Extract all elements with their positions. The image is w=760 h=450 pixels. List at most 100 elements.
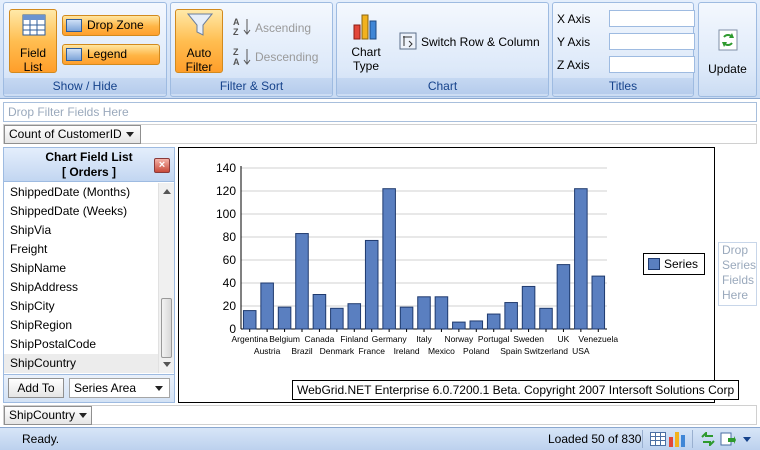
arrow-down-icon xyxy=(243,49,251,65)
y-axis-input[interactable] xyxy=(609,33,695,50)
chevron-down-icon xyxy=(79,413,88,419)
group-label-filter-sort: Filter & Sort xyxy=(171,78,332,94)
scroll-up-icon[interactable] xyxy=(163,189,171,194)
bar-chart: 020406080100120140ArgentinaAustriaBelgiu… xyxy=(216,161,618,356)
scrollbar-thumb[interactable] xyxy=(161,298,172,358)
field-list-item[interactable]: ShipRegion xyxy=(4,316,158,335)
switch-row-column-button[interactable]: Switch Row & Column xyxy=(421,35,540,49)
chart-bar xyxy=(417,296,431,330)
field-list-header: Chart Field List [ Orders ] × xyxy=(4,148,174,182)
y-tick-label: 80 xyxy=(223,230,237,244)
drop-zone-button[interactable]: Drop Zone xyxy=(62,15,160,36)
field-list-scrollbar[interactable] xyxy=(158,183,174,373)
ascending-button[interactable]: Ascending xyxy=(255,21,311,35)
chart-field-list-panel: Chart Field List [ Orders ] × ShippedDat… xyxy=(3,147,175,403)
x-tick-label: Austria xyxy=(254,346,281,356)
export-icon[interactable] xyxy=(720,432,736,446)
x-axis-label: X Axis xyxy=(557,12,591,26)
funnel-icon xyxy=(187,13,213,36)
chart-bar xyxy=(347,303,362,330)
field-list-item[interactable]: ShipCity xyxy=(4,297,158,316)
x-tick-label: USA xyxy=(572,346,590,356)
chart-bar xyxy=(399,306,414,330)
row-field-label: ShipCountry xyxy=(9,408,76,422)
update-button[interactable]: Update xyxy=(698,2,757,97)
add-to-button[interactable]: Add To xyxy=(8,378,64,398)
x-tick-label: Italy xyxy=(416,334,432,344)
close-icon[interactable]: × xyxy=(154,158,170,173)
chart-bar xyxy=(452,321,466,330)
chevron-down-icon xyxy=(155,386,163,391)
field-list-items: ShippedDate (Months) ShippedDate (Weeks) S… xyxy=(4,183,158,373)
chart-type-button[interactable]: Chart Type xyxy=(343,9,389,73)
chart-bar xyxy=(486,313,501,330)
scroll-down-icon[interactable] xyxy=(163,362,171,367)
switch-icon xyxy=(399,32,417,50)
chart-bar xyxy=(574,188,588,330)
chart-type-label: Chart Type xyxy=(351,45,381,73)
refresh-icon[interactable] xyxy=(700,432,716,446)
field-list-item[interactable]: ShippedDate (Weeks) xyxy=(4,202,158,221)
x-tick-label: Sweden xyxy=(513,334,544,344)
drop-filter-zone[interactable]: Drop Filter Fields Here xyxy=(3,102,757,122)
chart-area: 0 20 40 60 80 100 120 140 Argentina Austria Belgiu… xyxy=(178,147,740,403)
group-label-chart: Chart xyxy=(337,78,548,94)
legend-button[interactable]: Legend xyxy=(62,44,160,65)
status-text: Ready. xyxy=(22,432,60,446)
chart-bar xyxy=(260,282,274,330)
y-tick-label: 100 xyxy=(216,207,236,221)
x-tick-label: Mexico xyxy=(428,346,455,356)
legend-label: Legend xyxy=(87,47,128,61)
area-select-value: Series Area xyxy=(74,381,137,395)
chart-view-icon[interactable] xyxy=(668,430,686,448)
field-list-item[interactable]: Freight xyxy=(4,240,158,259)
row-field-button[interactable]: ShipCountry xyxy=(4,406,92,425)
add-to-label: Add To xyxy=(17,381,55,395)
legend-swatch xyxy=(648,258,660,270)
drop-series-zone[interactable]: Drop Series Fields Here xyxy=(718,242,757,306)
x-tick-label: Canada xyxy=(305,334,335,344)
chart-bar xyxy=(521,285,536,330)
x-tick-label: Norway xyxy=(444,334,474,344)
y-tick-label: 60 xyxy=(223,253,237,267)
descending-button[interactable]: Descending xyxy=(255,50,318,64)
auto-filter-label: Auto Filter xyxy=(185,46,213,74)
x-tick-label: Germany xyxy=(372,334,408,344)
x-tick-label: France xyxy=(358,346,385,356)
field-list-subtitle: [ Orders ] xyxy=(61,165,116,179)
grid-view-icon[interactable] xyxy=(650,432,666,446)
x-axis-input[interactable] xyxy=(609,10,695,27)
x-tick-label: Spain xyxy=(500,346,522,356)
auto-filter-button[interactable]: Auto Filter xyxy=(175,9,223,74)
chevron-down-icon xyxy=(125,132,134,138)
field-list-item[interactable]: ShippedDate (Months) xyxy=(4,183,158,202)
group-show-hide: Field List Drop Zone Legend Show / Hide xyxy=(3,2,167,97)
field-list-item[interactable]: ShipPostalCode xyxy=(4,335,158,354)
data-field-button[interactable]: Count of CustomerID xyxy=(4,125,141,144)
field-list-item[interactable]: ShipAddress xyxy=(4,278,158,297)
x-tick-label: Venezuela xyxy=(578,334,618,344)
group-chart: Chart Type Switch Row & Column Chart xyxy=(336,2,549,97)
field-list-item[interactable]: ShipCountry xyxy=(4,354,158,373)
update-label: Update xyxy=(708,62,747,76)
drop-series-text: Drop Series Fields Here xyxy=(722,243,757,302)
x-tick-label: Portugal xyxy=(478,334,510,344)
field-list-item[interactable]: ShipName xyxy=(4,259,158,278)
field-list-item[interactable]: ShipVia xyxy=(4,221,158,240)
y-tick-label: 20 xyxy=(223,299,237,313)
drop-filter-text: Drop Filter Fields Here xyxy=(8,105,129,119)
group-label-titles: Titles xyxy=(553,78,693,94)
legend-icon xyxy=(66,48,82,61)
group-titles: X Axis Y Axis Z Axis Titles xyxy=(552,2,695,97)
status-divider xyxy=(642,430,643,448)
chart-bar xyxy=(330,307,344,330)
field-list-title: Chart Field List xyxy=(45,150,133,164)
copyright-text: WebGrid.NET Enterprise 6.0.7200.1 Beta. … xyxy=(292,380,740,400)
data-field-label: Count of CustomerID xyxy=(9,127,122,141)
field-list-button[interactable]: Field List xyxy=(9,9,57,74)
chevron-down-icon[interactable] xyxy=(742,432,752,446)
chart-bar xyxy=(591,275,606,330)
field-list-icon xyxy=(22,14,46,36)
z-axis-input[interactable] xyxy=(609,56,695,73)
area-select[interactable]: Series Area xyxy=(69,378,170,398)
